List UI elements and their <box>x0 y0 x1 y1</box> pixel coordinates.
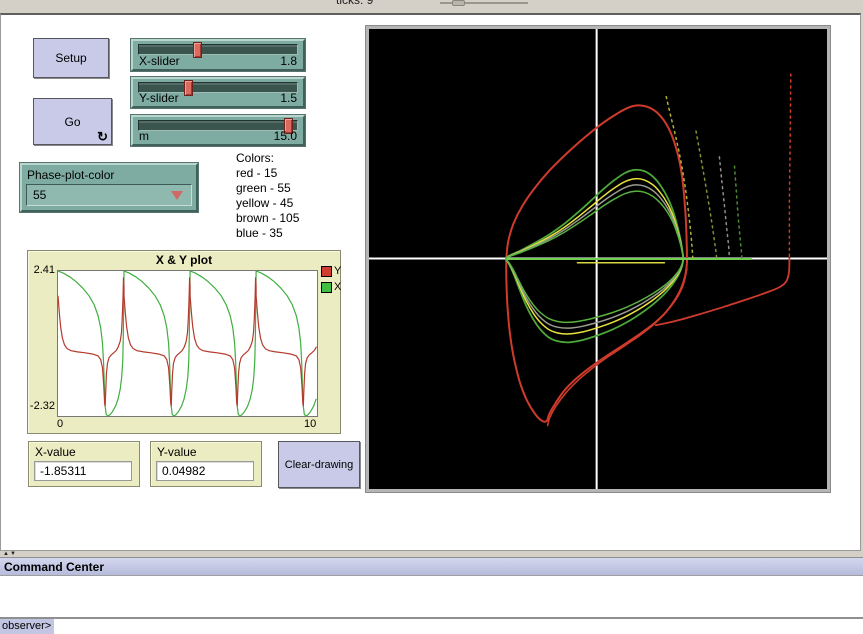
phase-portrait-canvas <box>369 29 827 489</box>
y-value-monitor-label: Y-value <box>157 445 197 459</box>
chooser-label: Phase-plot-color <box>27 168 114 182</box>
colors-note-line: brown - 105 <box>236 211 299 226</box>
command-center-title: Command Center <box>4 560 104 574</box>
command-center-input-row: observer> <box>0 619 863 634</box>
plot-series-x <box>58 271 316 416</box>
x-value-monitor-label: X-value <box>35 445 76 459</box>
forever-icon: ↻ <box>97 130 108 143</box>
phase-curve-gray-dotted-transient <box>719 157 729 258</box>
phase-curve-red-approach-dotted <box>789 74 790 257</box>
phase-curve-red-approach-sweep <box>656 258 790 325</box>
plot-area <box>57 270 318 417</box>
m-slider-value: 15.0 <box>274 129 297 143</box>
dropdown-arrow-icon[interactable] <box>171 191 183 200</box>
phase-curve-green-outer-loop <box>506 170 683 343</box>
colors-note-line: red - 15 <box>236 166 299 181</box>
phase-curve-yellow-loop <box>506 179 683 334</box>
legend-label-y: Y <box>334 265 341 277</box>
x-slider[interactable]: X-slider 1.8 <box>131 39 305 71</box>
command-center-output[interactable] <box>0 576 863 617</box>
colors-note-line: yellow - 45 <box>236 196 299 211</box>
phase-plot-color-chooser[interactable]: Phase-plot-color 55 <box>20 163 198 212</box>
go-button[interactable]: Go ↻ <box>33 98 112 145</box>
y-slider-value: 1.5 <box>280 91 297 105</box>
colors-note-line: blue - 35 <box>236 226 299 241</box>
m-slider-label: m <box>139 129 149 143</box>
speed-slider-thumb[interactable] <box>452 0 465 6</box>
clear-drawing-button[interactable]: Clear-drawing <box>278 441 360 488</box>
plot-ymin-tick: -2.32 <box>28 400 55 412</box>
plot-xmax-tick: 10 <box>304 418 316 430</box>
legend-item-y: Y <box>321 265 341 277</box>
phase-curve-olive-dotted-transient <box>696 131 717 259</box>
y-slider-label: Y-slider <box>139 91 179 105</box>
x-slider-thumb[interactable] <box>193 42 202 58</box>
world-view[interactable] <box>366 26 830 492</box>
x-value-monitor: X-value -1.85311 <box>28 441 140 487</box>
xy-plot-widget: X & Y plot 2.41 -2.32 0 10 Y X <box>27 250 341 434</box>
phase-curve-green-inner-loop <box>506 191 683 322</box>
legend-item-x: X <box>321 281 341 293</box>
phase-curve-green-dotted-transient <box>735 166 742 259</box>
go-button-label: Go <box>64 115 80 129</box>
plot-xmin-tick: 0 <box>57 418 63 430</box>
chooser-value-box[interactable]: 55 <box>26 184 192 206</box>
x-value-monitor-field: -1.85311 <box>34 461 132 481</box>
plot-title: X & Y plot <box>28 253 340 267</box>
chooser-selected-value: 55 <box>33 188 46 202</box>
plot-series-y <box>58 277 317 406</box>
observer-prompt[interactable]: observer> <box>0 619 55 634</box>
command-center-header[interactable]: Command Center <box>0 557 863 576</box>
command-input[interactable] <box>54 619 814 634</box>
y-slider-thumb[interactable] <box>184 80 193 96</box>
legend-swatch-y <box>321 266 332 277</box>
y-slider[interactable]: Y-slider 1.5 <box>131 77 305 108</box>
legend-swatch-x <box>321 282 332 293</box>
y-value-monitor: Y-value 0.04982 <box>150 441 262 487</box>
clear-drawing-button-label: Clear-drawing <box>285 459 353 471</box>
plot-ymax-tick: 2.41 <box>30 264 55 276</box>
colors-legend-note: Colors: red - 15 green - 55 yellow - 45 … <box>236 151 299 241</box>
colors-note-line: green - 55 <box>236 181 299 196</box>
m-slider[interactable]: m 15.0 <box>131 115 305 146</box>
x-slider-label: X-slider <box>139 54 180 68</box>
setup-button[interactable]: Setup <box>33 38 109 78</box>
colors-note-title: Colors: <box>236 151 299 166</box>
x-slider-value: 1.8 <box>280 54 297 68</box>
y-value-monitor-field: 0.04982 <box>156 461 254 481</box>
setup-button-label: Setup <box>55 51 86 65</box>
phase-curve-gray-loop <box>506 185 683 328</box>
ticks-counter: ticks: 9 <box>336 0 373 7</box>
legend-label-x: X <box>334 281 341 293</box>
plot-canvas <box>58 271 317 416</box>
